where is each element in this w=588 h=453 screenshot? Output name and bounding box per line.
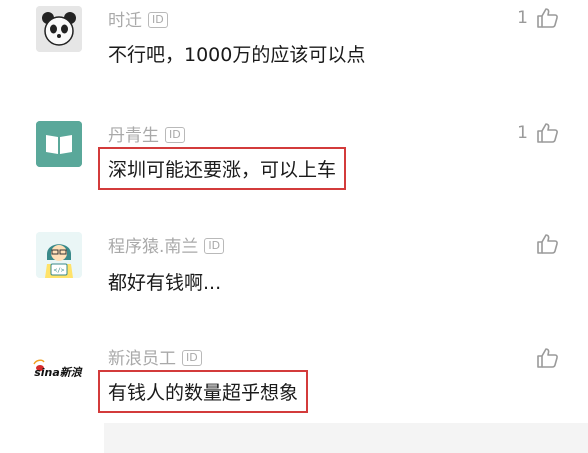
- comment-text: 不行吧，1000万的应该可以点: [108, 44, 366, 66]
- thumbs-up-icon: [537, 123, 558, 143]
- avatar[interactable]: [36, 121, 82, 167]
- like-count: 1: [517, 8, 528, 28]
- sina-logo-text: sina新浪: [34, 366, 83, 379]
- id-badge: ID: [148, 12, 168, 28]
- comment-item: 丹青生 ID 深圳可能还要涨，可以上车 1: [0, 115, 588, 225]
- author-name[interactable]: 时迁: [108, 11, 142, 31]
- id-badge: ID: [204, 238, 225, 254]
- comment-text: 都好有钱啊...: [108, 272, 222, 294]
- like-button[interactable]: 1: [517, 121, 560, 145]
- comment-author[interactable]: 丹青生 ID: [108, 121, 185, 146]
- thumbs-up-icon: [537, 348, 558, 368]
- thumbs-up-icon: [537, 8, 558, 28]
- like-button[interactable]: 1: [517, 6, 560, 30]
- author-name[interactable]: 程序猿.南兰: [108, 237, 198, 257]
- panda-avatar-icon: [36, 6, 82, 52]
- book-avatar-icon: [36, 121, 82, 167]
- author-name[interactable]: 丹青生: [108, 126, 159, 146]
- author-name[interactable]: 新浪员工: [108, 349, 176, 369]
- comment-item: </> 程序猿.南兰 ID 都好有钱啊...: [0, 226, 588, 336]
- like-button[interactable]: [528, 346, 560, 370]
- comment-item: 时迁 ID 不行吧，1000万的应该可以点 1: [0, 0, 588, 110]
- avatar[interactable]: sina新浪: [30, 346, 86, 392]
- svg-text:</>: </>: [54, 267, 65, 274]
- comment-author[interactable]: 新浪员工 ID: [108, 344, 202, 369]
- comment-author[interactable]: 程序猿.南兰 ID: [108, 232, 225, 257]
- sina-avatar-icon: sina新浪: [30, 346, 86, 392]
- like-count: 1: [517, 123, 528, 143]
- like-button[interactable]: [528, 232, 560, 256]
- avatar[interactable]: [36, 6, 82, 52]
- comment-text: 深圳可能还要涨，可以上车: [98, 147, 347, 190]
- reply-preview-area: [104, 423, 588, 453]
- id-badge: ID: [182, 350, 202, 366]
- thumbs-up-icon: [537, 234, 558, 254]
- id-badge: ID: [165, 127, 185, 143]
- programmer-avatar-icon: </>: [36, 232, 82, 278]
- avatar[interactable]: </>: [36, 232, 82, 278]
- comment-author[interactable]: 时迁 ID: [108, 6, 168, 31]
- comment-text: 有钱人的数量超乎想象: [98, 370, 309, 413]
